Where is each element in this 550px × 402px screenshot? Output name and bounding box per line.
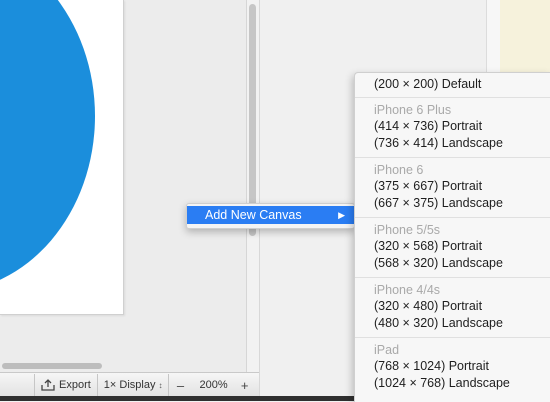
menu-item-iphone6-portrait[interactable]: (375 × 667) Portrait xyxy=(355,177,550,195)
export-button[interactable]: Export xyxy=(35,373,97,397)
horizontal-scrollbar-thumb[interactable] xyxy=(2,363,102,369)
menu-item-iphone5-portrait[interactable]: (320 × 568) Portrait xyxy=(355,237,550,255)
menu-separator xyxy=(355,337,550,338)
zoom-level-value: 200% xyxy=(199,379,228,391)
menu-item-iphone4-portrait[interactable]: (320 × 480) Portrait xyxy=(355,297,550,315)
zoom-level: 200% xyxy=(191,373,235,397)
menu-separator xyxy=(355,97,550,98)
menu-item-iphone6-landscape[interactable]: (667 × 375) Landscape xyxy=(355,194,550,212)
zoom-out-button[interactable]: – xyxy=(169,373,191,397)
menu-item-iphone5-landscape[interactable]: (568 × 320) Landscape xyxy=(355,254,550,272)
artboard[interactable] xyxy=(0,0,124,315)
pane-divider xyxy=(246,0,247,372)
menu-item-ipad-portrait[interactable]: (768 × 1024) Portrait xyxy=(355,357,550,375)
menu-item-label: Add New Canvas xyxy=(205,208,302,222)
canvas-size-submenu: (200 × 200) Default iPhone 6 Plus (414 ×… xyxy=(354,72,550,402)
menu-separator xyxy=(355,157,550,158)
context-menu: Add New Canvas ▶ xyxy=(186,203,355,229)
circle-shape[interactable] xyxy=(0,0,95,292)
far-right-panel xyxy=(500,0,550,72)
export-icon xyxy=(41,379,55,391)
menu-item-iphone6plus-landscape[interactable]: (736 × 414) Landscape xyxy=(355,134,550,152)
vertical-scrollbar-thumb[interactable] xyxy=(249,4,256,236)
chevron-updown-icon: ↕ xyxy=(158,380,163,390)
canvas-area xyxy=(0,0,246,372)
bottom-toolbar: Export 1× Display ↕ – 200% + xyxy=(0,372,259,397)
menu-separator xyxy=(355,217,550,218)
plus-icon: + xyxy=(240,377,249,393)
minus-icon: – xyxy=(176,377,185,393)
zoom-in-button[interactable]: + xyxy=(236,373,254,397)
submenu-arrow-icon: ▶ xyxy=(338,209,345,220)
menu-item-ipad-landscape[interactable]: (1024 × 768) Landscape xyxy=(355,374,550,392)
menu-separator xyxy=(355,277,550,278)
export-label: Export xyxy=(59,379,91,391)
menu-item-iphone4-landscape[interactable]: (480 × 320) Landscape xyxy=(355,314,550,332)
display-scale-select[interactable]: 1× Display ↕ xyxy=(98,373,169,397)
display-scale-label: 1× Display xyxy=(103,379,156,391)
menu-item-iphone6plus-portrait[interactable]: (414 × 736) Portrait xyxy=(355,117,550,135)
menu-item-default[interactable]: (200 × 200) Default xyxy=(355,75,550,93)
menu-item-add-new-canvas[interactable]: Add New Canvas ▶ xyxy=(187,206,354,224)
